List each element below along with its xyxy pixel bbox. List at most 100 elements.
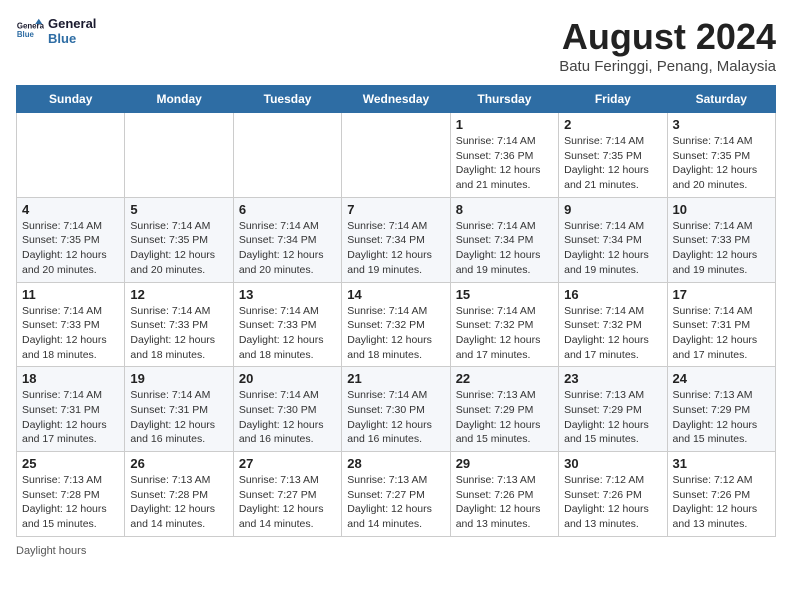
calendar-cell: 23Sunrise: 7:13 AM Sunset: 7:29 PM Dayli…	[559, 367, 667, 452]
calendar-cell: 9Sunrise: 7:14 AM Sunset: 7:34 PM Daylig…	[559, 197, 667, 282]
day-number: 11	[22, 287, 119, 302]
calendar-cell: 8 Sunrise: 7:14 AM Sunset: 7:34 PM Daylig…	[450, 197, 558, 282]
day-number: 22	[456, 371, 553, 386]
day-number: 15	[456, 287, 553, 302]
day-number: 29	[456, 456, 553, 471]
day-number: 18	[22, 371, 119, 386]
day-number: 16	[564, 287, 661, 302]
title-block: August 2024 Batu Feringgi, Penang, Malay…	[559, 16, 776, 75]
day-number: 19	[130, 371, 227, 386]
calendar-cell	[233, 113, 341, 198]
day-header-monday: Monday	[125, 86, 233, 113]
calendar-cell: 18Sunrise: 7:14 AM Sunset: 7:31 PM Dayli…	[17, 367, 125, 452]
day-header-tuesday: Tuesday	[233, 86, 341, 113]
calendar-cell: 10 Sunrise: 7:14 AM Sunset: 7:33 PM Dayli…	[667, 197, 775, 282]
calendar-cell: 25 Sunrise: 7:13 AM Sunset: 7:28 PM Dayli…	[17, 452, 125, 537]
day-info: Sunrise: 7:13 AM Sunset: 7:29 PM Dayligh…	[673, 388, 770, 447]
day-info: Sunrise: 7:14 AM Sunset: 7:35 PM Dayligh…	[130, 219, 227, 278]
calendar-cell: 17 Sunrise: 7:14 AM Sunset: 7:31 PM Dayli…	[667, 282, 775, 367]
day-info: Sunrise: 7:14 AM Sunset: 7:34 PM Dayligh…	[239, 219, 336, 278]
calendar-cell: 16 Sunrise: 7:14 AM Sunset: 7:32 PM Dayli…	[559, 282, 667, 367]
calendar-cell: 19Sunrise: 7:14 AM Sunset: 7:31 PM Dayli…	[125, 367, 233, 452]
day-info: Sunrise: 7:14 AM Sunset: 7:35 PM Dayligh…	[564, 134, 661, 193]
calendar-cell: 26 Sunrise: 7:13 AM Sunset: 7:28 PM Dayli…	[125, 452, 233, 537]
calendar-cell: 22Sunrise: 7:13 AM Sunset: 7:29 PM Dayli…	[450, 367, 558, 452]
day-number: 12	[130, 287, 227, 302]
calendar-cell	[342, 113, 450, 198]
calendar-cell: 4 Sunrise: 7:14 AM Sunset: 7:35 PM Daylig…	[17, 197, 125, 282]
day-info: Sunrise: 7:14 AM Sunset: 7:33 PM Dayligh…	[22, 304, 119, 363]
day-info: Sunrise: 7:12 AM Sunset: 7:26 PM Dayligh…	[673, 473, 770, 532]
day-info: Sunrise: 7:14 AM Sunset: 7:33 PM Dayligh…	[130, 304, 227, 363]
day-number: 5	[130, 202, 227, 217]
day-info: Sunrise: 7:14 AM Sunset: 7:32 PM Dayligh…	[347, 304, 444, 363]
day-number: 6	[239, 202, 336, 217]
day-info: Sunrise: 7:14 AM Sunset: 7:32 PM Dayligh…	[564, 304, 661, 363]
day-number: 8	[456, 202, 553, 217]
day-number: 4	[22, 202, 119, 217]
calendar-week-4: 18Sunrise: 7:14 AM Sunset: 7:31 PM Dayli…	[17, 367, 776, 452]
calendar: SundayMondayTuesdayWednesdayThursdayFrid…	[16, 85, 776, 537]
day-header-friday: Friday	[559, 86, 667, 113]
day-number: 14	[347, 287, 444, 302]
calendar-week-5: 25 Sunrise: 7:13 AM Sunset: 7:28 PM Dayli…	[17, 452, 776, 537]
calendar-cell: 28 Sunrise: 7:13 AM Sunset: 7:27 PM Dayli…	[342, 452, 450, 537]
calendar-week-1: 1Sunrise: 7:14 AM Sunset: 7:36 PM Daylig…	[17, 113, 776, 198]
calendar-cell: 7 Sunrise: 7:14 AM Sunset: 7:34 PM Daylig…	[342, 197, 450, 282]
day-number: 1	[456, 117, 553, 132]
calendar-week-2: 4 Sunrise: 7:14 AM Sunset: 7:35 PM Daylig…	[17, 197, 776, 282]
calendar-cell: 30Sunrise: 7:12 AM Sunset: 7:26 PM Dayli…	[559, 452, 667, 537]
day-info: Sunrise: 7:13 AM Sunset: 7:27 PM Dayligh…	[347, 473, 444, 532]
calendar-week-3: 11 Sunrise: 7:14 AM Sunset: 7:33 PM Dayli…	[17, 282, 776, 367]
calendar-cell: 14 Sunrise: 7:14 AM Sunset: 7:32 PM Dayli…	[342, 282, 450, 367]
day-number: 23	[564, 371, 661, 386]
day-number: 9	[564, 202, 661, 217]
svg-text:Blue: Blue	[17, 30, 35, 39]
calendar-cell: 24 Sunrise: 7:13 AM Sunset: 7:29 PM Dayli…	[667, 367, 775, 452]
day-info: Sunrise: 7:14 AM Sunset: 7:34 PM Dayligh…	[347, 219, 444, 278]
day-info: Sunrise: 7:13 AM Sunset: 7:28 PM Dayligh…	[22, 473, 119, 532]
day-info: Sunrise: 7:13 AM Sunset: 7:27 PM Dayligh…	[239, 473, 336, 532]
logo-general: General	[48, 16, 96, 31]
calendar-header-row: SundayMondayTuesdayWednesdayThursdayFrid…	[17, 86, 776, 113]
day-number: 27	[239, 456, 336, 471]
day-number: 17	[673, 287, 770, 302]
day-info: Sunrise: 7:14 AM Sunset: 7:30 PM Dayligh…	[347, 388, 444, 447]
location: Batu Feringgi, Penang, Malaysia	[559, 58, 776, 75]
calendar-cell: 5 Sunrise: 7:14 AM Sunset: 7:35 PM Daylig…	[125, 197, 233, 282]
day-number: 25	[22, 456, 119, 471]
calendar-cell: 6 Sunrise: 7:14 AM Sunset: 7:34 PM Daylig…	[233, 197, 341, 282]
day-number: 20	[239, 371, 336, 386]
calendar-cell	[125, 113, 233, 198]
page-header: General Blue General Blue August 2024 Ba…	[16, 16, 776, 75]
day-info: Sunrise: 7:14 AM Sunset: 7:31 PM Dayligh…	[673, 304, 770, 363]
day-info: Sunrise: 7:14 AM Sunset: 7:32 PM Dayligh…	[456, 304, 553, 363]
calendar-cell: 13Sunrise: 7:14 AM Sunset: 7:33 PM Dayli…	[233, 282, 341, 367]
day-number: 26	[130, 456, 227, 471]
day-info: Sunrise: 7:14 AM Sunset: 7:35 PM Dayligh…	[22, 219, 119, 278]
calendar-cell	[17, 113, 125, 198]
calendar-cell: 21 Sunrise: 7:14 AM Sunset: 7:30 PM Dayli…	[342, 367, 450, 452]
logo: General Blue General Blue	[16, 16, 96, 46]
day-header-wednesday: Wednesday	[342, 86, 450, 113]
day-info: Sunrise: 7:14 AM Sunset: 7:30 PM Dayligh…	[239, 388, 336, 447]
day-info: Sunrise: 7:14 AM Sunset: 7:34 PM Dayligh…	[456, 219, 553, 278]
day-number: 13	[239, 287, 336, 302]
day-number: 24	[673, 371, 770, 386]
day-info: Sunrise: 7:12 AM Sunset: 7:26 PM Dayligh…	[564, 473, 661, 532]
day-number: 7	[347, 202, 444, 217]
day-number: 21	[347, 371, 444, 386]
day-info: Sunrise: 7:14 AM Sunset: 7:33 PM Dayligh…	[673, 219, 770, 278]
calendar-cell: 2Sunrise: 7:14 AM Sunset: 7:35 PM Daylig…	[559, 113, 667, 198]
day-header-saturday: Saturday	[667, 86, 775, 113]
day-number: 28	[347, 456, 444, 471]
day-header-sunday: Sunday	[17, 86, 125, 113]
day-number: 3	[673, 117, 770, 132]
logo-blue: Blue	[48, 31, 96, 46]
calendar-cell: 3Sunrise: 7:14 AM Sunset: 7:35 PM Daylig…	[667, 113, 775, 198]
calendar-cell: 29Sunrise: 7:13 AM Sunset: 7:26 PM Dayli…	[450, 452, 558, 537]
calendar-cell: 1Sunrise: 7:14 AM Sunset: 7:36 PM Daylig…	[450, 113, 558, 198]
day-info: Sunrise: 7:13 AM Sunset: 7:28 PM Dayligh…	[130, 473, 227, 532]
calendar-cell: 15 Sunrise: 7:14 AM Sunset: 7:32 PM Dayli…	[450, 282, 558, 367]
day-number: 10	[673, 202, 770, 217]
